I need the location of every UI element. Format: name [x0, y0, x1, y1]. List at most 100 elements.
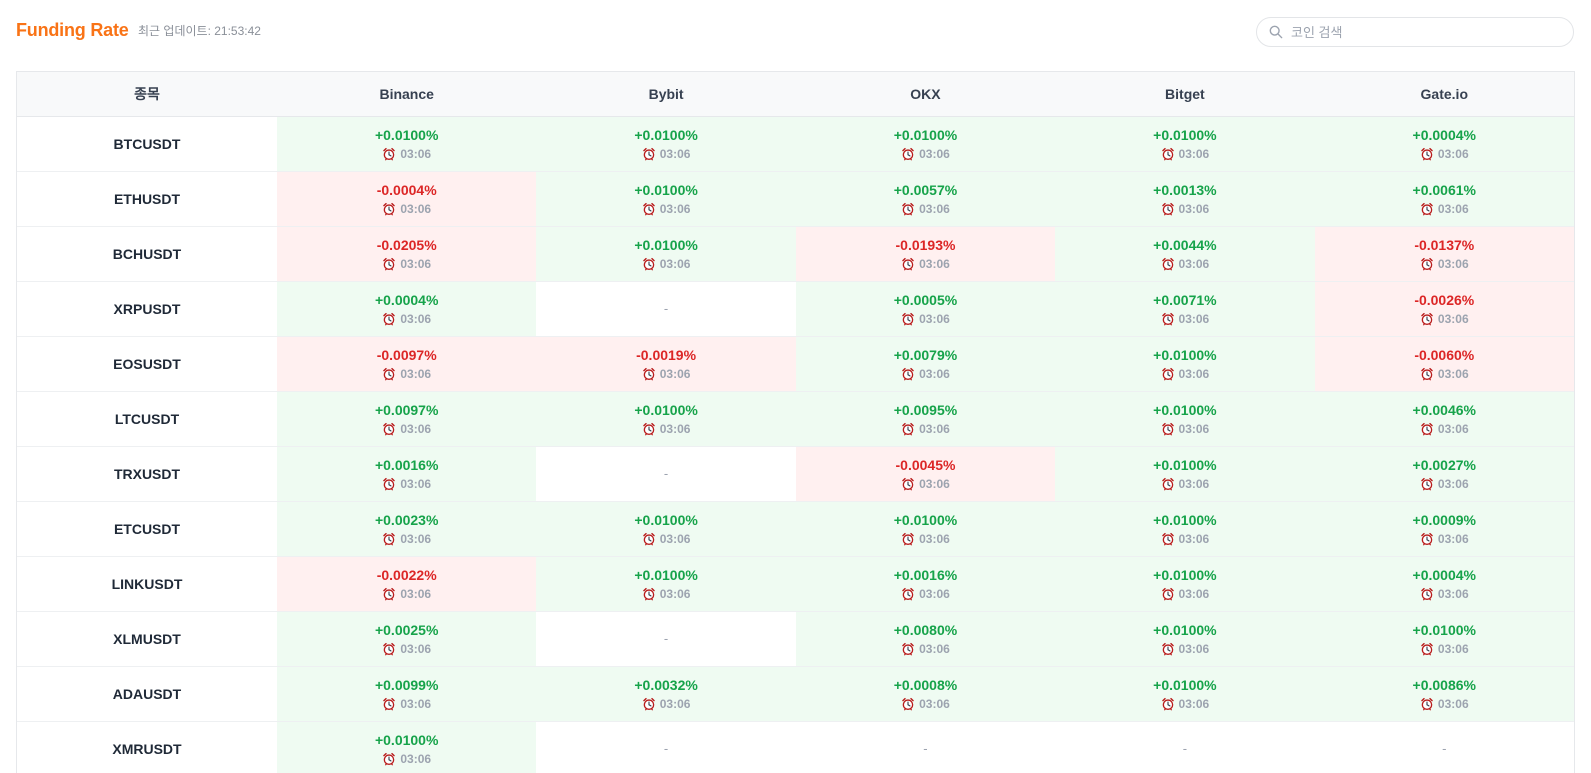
bitget-rate-cell[interactable]: +0.0100% 03:06 — [1055, 116, 1315, 172]
table-row[interactable]: BTCUSDT +0.0100% 03:06 +0.0100% 03:06 +0.0100… — [17, 116, 1574, 172]
search-box[interactable] — [1256, 17, 1574, 47]
countdown-text: 03:06 — [1437, 312, 1469, 326]
gateio-rate-cell[interactable]: +0.0009% 03:06 — [1314, 501, 1574, 557]
binance-rate-cell[interactable]: +0.0100% 03:06 — [277, 116, 537, 172]
bybit-rate-cell[interactable]: +0.0100% 03:06 — [536, 391, 796, 447]
okx-rate-cell[interactable]: -0.0045% 03:06 — [795, 446, 1056, 502]
symbol-cell[interactable]: LINKUSDT — [17, 556, 277, 612]
okx-rate-cell[interactable]: +0.0008% 03:06 — [795, 666, 1056, 722]
binance-rate-cell[interactable]: -0.0097% 03:06 — [277, 336, 537, 392]
symbol-cell[interactable]: ADAUSDT — [17, 666, 277, 722]
bybit-rate-cell[interactable]: +0.0100% 03:06 — [536, 171, 796, 227]
bitget-rate-cell[interactable]: +0.0013% 03:06 — [1055, 171, 1315, 227]
symbol-cell[interactable]: XLMUSDT — [17, 611, 277, 667]
bitget-rate-cell[interactable]: +0.0100% 03:06 — [1055, 611, 1315, 667]
bybit-rate-cell[interactable]: -0.0019% 03:06 — [536, 336, 796, 392]
okx-rate-cell[interactable]: +0.0080% 03:06 — [795, 611, 1056, 667]
alarm-clock-icon — [1421, 312, 1433, 326]
gateio-rate-cell[interactable]: -0.0137% 03:06 — [1314, 226, 1574, 282]
symbol-cell[interactable]: XRPUSDT — [17, 281, 277, 337]
binance-rate-cell[interactable]: -0.0022% 03:06 — [277, 556, 537, 612]
bitget-rate-cell[interactable]: +0.0044% 03:06 — [1055, 226, 1315, 282]
bybit-rate-cell[interactable]: +0.0100% 03:06 — [536, 226, 796, 282]
bybit-rate-cell[interactable]: +0.0100% 03:06 — [536, 556, 796, 612]
column-header-binance[interactable]: Binance — [277, 72, 537, 117]
gateio-rate-cell[interactable]: +0.0004% 03:06 — [1314, 556, 1574, 612]
okx-rate-cell[interactable]: +0.0095% 03:06 — [795, 391, 1056, 447]
binance-rate-cell[interactable]: +0.0100% 03:06 — [277, 721, 537, 773]
column-header-symbol[interactable]: 종목 — [17, 72, 277, 117]
table-row[interactable]: LTCUSDT +0.0097% 03:06 +0.0100% 03:06 +0.0095… — [17, 391, 1574, 447]
symbol-cell[interactable]: ETCUSDT — [17, 501, 277, 557]
okx-rate-cell[interactable]: +0.0005% 03:06 — [795, 281, 1056, 337]
column-header-okx[interactable]: OKX — [795, 72, 1056, 117]
gateio-rate-cell[interactable]: -0.0060% 03:06 — [1314, 336, 1574, 392]
column-header-bybit[interactable]: Bybit — [536, 72, 796, 117]
table-row[interactable]: ETCUSDT +0.0023% 03:06 +0.0100% 03:06 +0.0100… — [17, 501, 1574, 557]
table-row[interactable]: XLMUSDT +0.0025% 03:06- +0.0080% 03:06 +0.010… — [17, 611, 1574, 667]
binance-rate-cell[interactable]: -0.0004% 03:06 — [277, 171, 537, 227]
gateio-rate-cell[interactable]: +0.0046% 03:06 — [1314, 391, 1574, 447]
table-row[interactable]: LINKUSDT -0.0022% 03:06 +0.0100% 03:06 +0.001… — [17, 556, 1574, 612]
next-funding-time: 03:06 — [277, 586, 536, 602]
next-funding-time: 03:06 — [1055, 366, 1314, 382]
table-row[interactable]: ETHUSDT -0.0004% 03:06 +0.0100% 03:06 +0.0057… — [17, 171, 1574, 227]
binance-rate-cell[interactable]: +0.0025% 03:06 — [277, 611, 537, 667]
table-row[interactable]: EOSUSDT -0.0097% 03:06 -0.0019% 03:06 +0.0079… — [17, 336, 1574, 392]
bitget-rate-cell[interactable]: +0.0071% 03:06 — [1055, 281, 1315, 337]
okx-rate-cell[interactable]: +0.0016% 03:06 — [795, 556, 1056, 612]
okx-rate-cell[interactable]: +0.0100% 03:06 — [795, 501, 1056, 557]
table-row[interactable]: TRXUSDT +0.0016% 03:06- -0.0045% 03:06 +0.010… — [17, 446, 1574, 502]
okx-rate-cell[interactable]: -0.0193% 03:06 — [795, 226, 1056, 282]
bitget-rate-cell[interactable]: +0.0100% 03:06 — [1055, 666, 1315, 722]
gateio-rate-cell[interactable]: +0.0004% 03:06 — [1314, 116, 1574, 172]
alarm-clock-icon — [1421, 367, 1433, 381]
symbol-cell[interactable]: BCHUSDT — [17, 226, 277, 282]
okx-rate-cell[interactable]: +0.0100% 03:06 — [795, 116, 1056, 172]
funding-rate-value: +0.0100% — [634, 182, 698, 198]
symbol-cell[interactable]: BTCUSDT — [17, 116, 277, 172]
bitget-rate-cell[interactable]: +0.0100% 03:06 — [1055, 391, 1315, 447]
symbol-cell[interactable]: XMRUSDT — [17, 721, 277, 773]
next-funding-time: 03:06 — [796, 366, 1055, 382]
funding-rate-value: -0.0137% — [1414, 237, 1475, 253]
funding-rate-value: +0.0027% — [1412, 457, 1476, 473]
binance-rate-cell[interactable]: +0.0016% 03:06 — [277, 446, 537, 502]
symbol-cell[interactable]: EOSUSDT — [17, 336, 277, 392]
bybit-rate-cell[interactable]: +0.0100% 03:06 — [536, 116, 796, 172]
bitget-rate-cell[interactable]: +0.0100% 03:06 — [1055, 501, 1315, 557]
funding-rate-value: +0.0100% — [634, 127, 698, 143]
funding-rate-value: -0.0205% — [376, 237, 437, 253]
table-row[interactable]: XRPUSDT +0.0004% 03:06- +0.0005% 03:06 +0.007… — [17, 281, 1574, 337]
next-funding-time: 03:06 — [536, 366, 795, 382]
countdown-text: 03:06 — [400, 642, 432, 656]
countdown-text: 03:06 — [1437, 642, 1469, 656]
bitget-rate-cell[interactable]: +0.0100% 03:06 — [1055, 556, 1315, 612]
gateio-rate-cell[interactable]: +0.0061% 03:06 — [1314, 171, 1574, 227]
table-row[interactable]: ADAUSDT +0.0099% 03:06 +0.0032% 03:06 +0.0008… — [17, 666, 1574, 722]
binance-rate-cell[interactable]: +0.0097% 03:06 — [277, 391, 537, 447]
column-header-bitget[interactable]: Bitget — [1055, 72, 1315, 117]
okx-rate-cell[interactable]: +0.0057% 03:06 — [795, 171, 1056, 227]
gateio-rate-cell[interactable]: +0.0027% 03:06 — [1314, 446, 1574, 502]
binance-rate-cell[interactable]: +0.0023% 03:06 — [277, 501, 537, 557]
binance-rate-cell[interactable]: +0.0099% 03:06 — [277, 666, 537, 722]
bybit-rate-cell[interactable]: +0.0032% 03:06 — [536, 666, 796, 722]
binance-rate-cell[interactable]: +0.0004% 03:06 — [277, 281, 537, 337]
gateio-rate-cell[interactable]: +0.0086% 03:06 — [1314, 666, 1574, 722]
gateio-rate-cell[interactable]: -0.0026% 03:06 — [1314, 281, 1574, 337]
symbol-cell[interactable]: LTCUSDT — [17, 391, 277, 447]
gateio-rate-cell[interactable]: +0.0100% 03:06 — [1314, 611, 1574, 667]
table-row[interactable]: BCHUSDT -0.0205% 03:06 +0.0100% 03:06 -0.0193… — [17, 226, 1574, 282]
symbol-cell[interactable]: TRXUSDT — [17, 446, 277, 502]
table-row[interactable]: XMRUSDT +0.0100% 03:06 - - - - — [17, 721, 1574, 773]
column-header-gateio[interactable]: Gate.io — [1314, 72, 1574, 117]
countdown-text: 03:06 — [400, 752, 432, 766]
binance-rate-cell[interactable]: -0.0205% 03:06 — [277, 226, 537, 282]
okx-rate-cell[interactable]: +0.0079% 03:06 — [795, 336, 1056, 392]
symbol-cell[interactable]: ETHUSDT — [17, 171, 277, 227]
bitget-rate-cell[interactable]: +0.0100% 03:06 — [1055, 336, 1315, 392]
bybit-rate-cell[interactable]: +0.0100% 03:06 — [536, 501, 796, 557]
search-input[interactable] — [1291, 22, 1561, 42]
bitget-rate-cell[interactable]: +0.0100% 03:06 — [1055, 446, 1315, 502]
